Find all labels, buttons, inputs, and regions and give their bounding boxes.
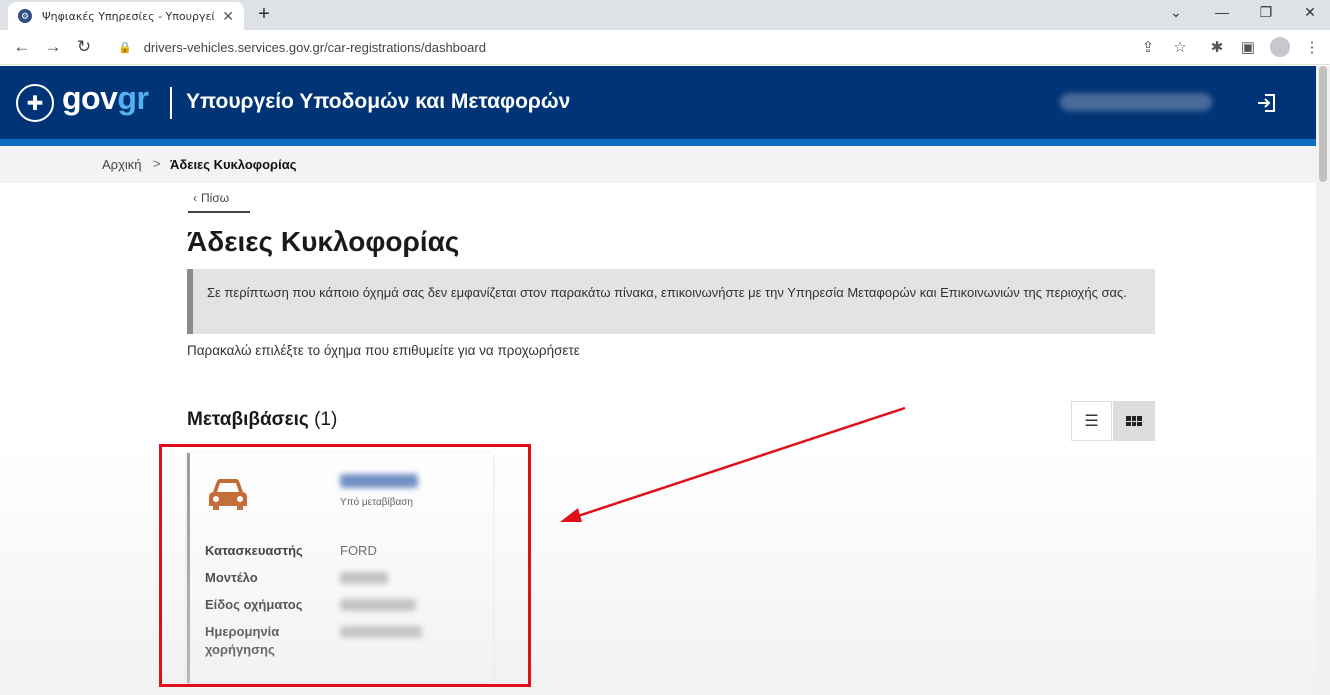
site-favicon-icon: ⚙ <box>18 9 32 23</box>
logo-main: gov <box>62 80 118 116</box>
back-button[interactable]: ‹ Πίσω <box>188 188 250 213</box>
share-icon[interactable]: ⇪ <box>1138 38 1158 56</box>
close-window-icon[interactable]: ✕ <box>1300 4 1320 21</box>
greek-emblem-icon: ✚ <box>16 84 54 122</box>
menu-kebab-icon[interactable]: ⋮ <box>1302 38 1322 56</box>
tab-search-icon[interactable]: ⌄ <box>1166 4 1186 21</box>
section-title-label: Μεταβιβάσεις <box>187 409 309 430</box>
logo-accent: gr <box>117 80 149 116</box>
page-title: Άδειες Κυκλοφορίας <box>187 226 460 257</box>
annotation-highlight-box <box>159 444 531 687</box>
forward-arrow-icon[interactable]: → <box>43 37 63 57</box>
list-view-icon[interactable]: ☰ <box>1071 401 1112 441</box>
breadcrumb-separator: > <box>153 156 161 171</box>
chevron-left-icon: ‹ <box>193 191 197 205</box>
side-panel-icon[interactable]: ▣ <box>1238 38 1258 56</box>
browser-tab-bar: ⚙ Ψηφιακές Υπηρεσίες - Υπουργεί ✕ + ⌄ — … <box>0 0 1330 30</box>
page-scrollbar[interactable] <box>1316 66 1330 695</box>
reload-icon[interactable]: ↻ <box>74 37 94 57</box>
logout-icon[interactable] <box>1255 92 1277 114</box>
govgr-logo[interactable]: govgr <box>62 80 149 117</box>
annotation-arrow-icon <box>560 406 906 522</box>
extensions-icon[interactable]: ✱ <box>1207 38 1227 56</box>
address-bar[interactable]: 🔒 drivers-vehicles.services.gov.gr/car-r… <box>108 34 1198 61</box>
minimize-icon[interactable]: — <box>1212 4 1232 20</box>
tab-title: Ψηφιακές Υπηρεσίες - Υπουργεί <box>42 9 215 23</box>
restore-icon[interactable]: ❐ <box>1256 4 1276 21</box>
instruction-text: Παρακαλώ επιλέξτε το όχημα που επιθυμείτ… <box>187 343 580 358</box>
bookmark-star-icon[interactable]: ☆ <box>1170 38 1190 56</box>
lock-icon: 🔒 <box>118 42 132 54</box>
view-toggle: ☰ <box>1071 401 1155 441</box>
header-divider <box>170 87 172 119</box>
profile-avatar-icon[interactable] <box>1270 37 1290 57</box>
ministry-title: Υπουργείο Υποδομών και Μεταφορών <box>186 90 571 113</box>
browser-toolbar: ← → ↻ 🔒 drivers-vehicles.services.gov.gr… <box>0 30 1330 65</box>
section-count: (1) <box>314 409 338 430</box>
grid-view-icon[interactable] <box>1113 401 1155 441</box>
scrollbar-thumb[interactable] <box>1319 66 1327 182</box>
back-label: Πίσω <box>201 191 230 205</box>
info-notice: Σε περίπτωση που κάποιο όχημά σας δεν εμ… <box>187 269 1155 334</box>
breadcrumb-current: Άδειες Κυκλοφορίας <box>170 157 297 172</box>
section-title: Μεταβιβάσεις (1) <box>187 409 337 431</box>
breadcrumb-home-link[interactable]: Αρχική <box>102 157 142 172</box>
tab-close-icon[interactable]: ✕ <box>222 8 234 25</box>
back-arrow-icon[interactable]: ← <box>12 37 32 57</box>
new-tab-button[interactable]: + <box>254 3 274 25</box>
user-name-redacted <box>1060 93 1212 111</box>
header-stripe <box>0 139 1316 146</box>
browser-tab[interactable]: ⚙ Ψηφιακές Υπηρεσίες - Υπουργεί ✕ <box>8 2 244 30</box>
url-text: drivers-vehicles.services.gov.gr/car-reg… <box>143 40 486 55</box>
